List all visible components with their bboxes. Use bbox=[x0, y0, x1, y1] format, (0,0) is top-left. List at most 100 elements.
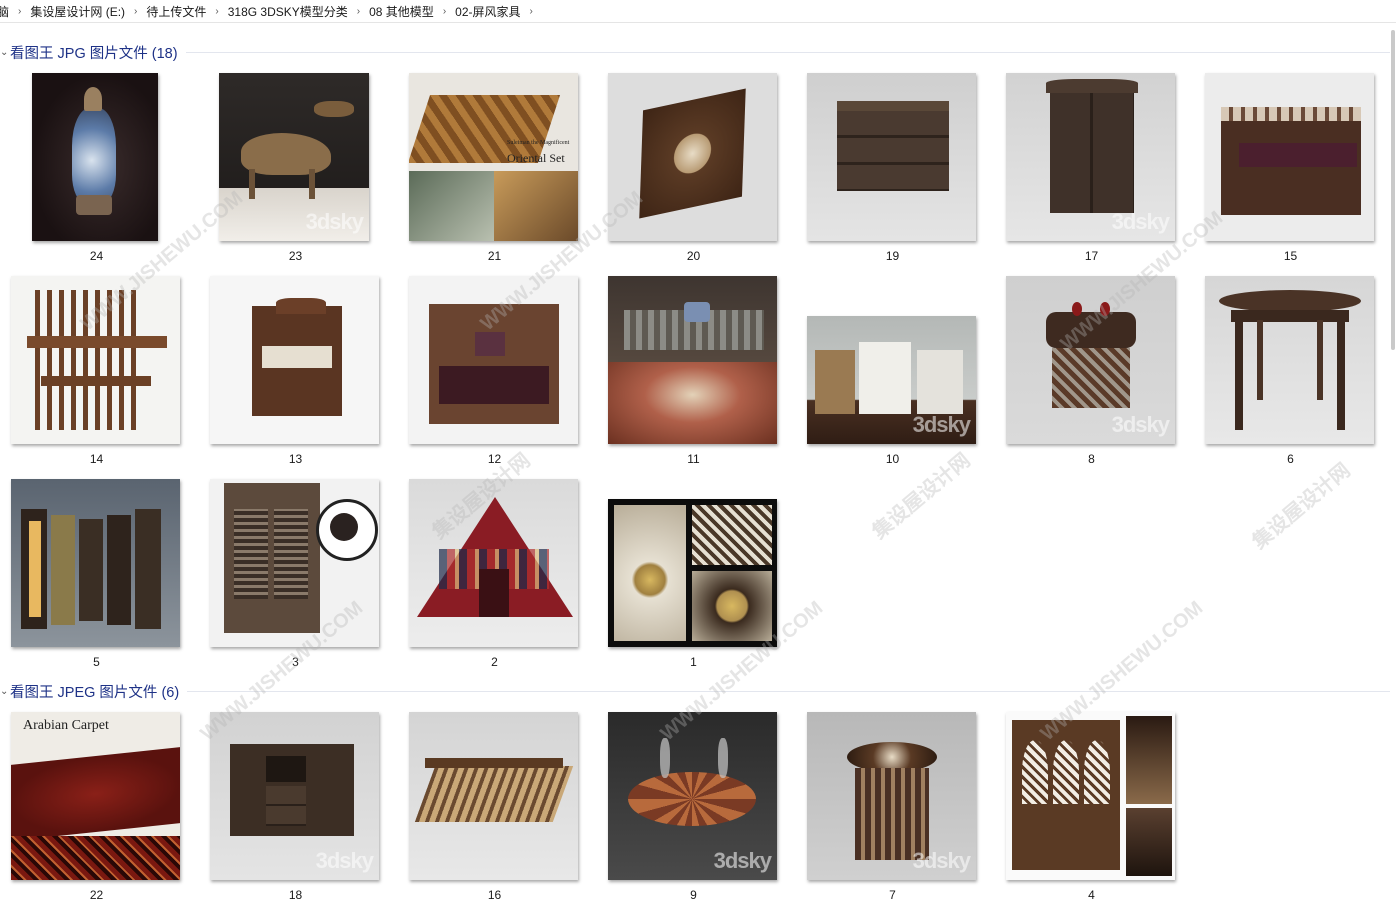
file-name: 8 bbox=[1088, 452, 1095, 466]
group-header-jpeg[interactable]: ⌄ 看图王 JPEG 图片文件 (6) bbox=[0, 681, 1390, 702]
file-name: 20 bbox=[686, 249, 701, 263]
file-name: 17 bbox=[1084, 249, 1099, 263]
file-name: 1 bbox=[690, 655, 697, 669]
file-name: 3 bbox=[292, 655, 299, 669]
thumbnail-image bbox=[11, 479, 180, 647]
file-tile[interactable]: 3dsky 23 bbox=[196, 73, 395, 273]
file-name: 13 bbox=[288, 452, 303, 466]
thumbnail-image bbox=[807, 73, 976, 241]
file-tile[interactable]: 5 bbox=[0, 479, 196, 679]
thumbnail-image: 3dsky bbox=[210, 712, 379, 880]
thumbnail-image: 3dsky bbox=[807, 712, 976, 880]
file-tile[interactable]: 6 bbox=[1191, 276, 1390, 476]
breadcrumb-folder-upload[interactable]: 待上传文件 bbox=[140, 3, 212, 20]
chevron-down-icon[interactable]: ⌄ bbox=[0, 686, 8, 697]
file-tile[interactable]: 2 bbox=[395, 479, 594, 679]
file-tile[interactable]: 19 bbox=[793, 73, 992, 273]
breadcrumb: 脑 › 集设屋设计网 (E:) › 待上传文件 › 318G 3DSKY模型分类 › 0… bbox=[0, 0, 1396, 23]
breadcrumb-computer[interactable]: 脑 bbox=[0, 3, 15, 20]
file-tile[interactable]: 3dsky 10 bbox=[793, 276, 992, 476]
thumbnail-image: 3dsky bbox=[807, 316, 976, 444]
thumbnail-image: 3dsky bbox=[219, 73, 369, 241]
group-title: 看图王 JPG 图片文件 (18) bbox=[10, 46, 178, 62]
file-name: 4 bbox=[1088, 888, 1095, 902]
file-name: 19 bbox=[885, 249, 900, 263]
file-name: 6 bbox=[1287, 452, 1294, 466]
thumbnail-image bbox=[11, 276, 180, 444]
file-name: 24 bbox=[89, 249, 104, 263]
watermark-text: 3dsky bbox=[713, 848, 772, 873]
thumbnail-image bbox=[409, 479, 578, 647]
file-tile[interactable]: 3dsky 17 bbox=[992, 73, 1191, 273]
watermark-text: 3dsky bbox=[912, 848, 971, 873]
thumbnail-image bbox=[1006, 712, 1175, 880]
breadcrumb-folder-3dsky[interactable]: 318G 3DSKY模型分类 bbox=[222, 3, 354, 20]
file-tile[interactable]: 3dsky 8 bbox=[992, 276, 1191, 476]
file-name: 7 bbox=[889, 888, 896, 902]
thumbnail-image bbox=[1205, 73, 1374, 241]
file-tile[interactable]: 3dsky 7 bbox=[793, 712, 992, 912]
file-tile[interactable]: 16 bbox=[395, 712, 594, 912]
watermark-text: 3dsky bbox=[315, 848, 374, 873]
thumbnail-image bbox=[608, 73, 777, 241]
chevron-right-icon[interactable]: › bbox=[440, 6, 449, 17]
file-name: 16 bbox=[487, 888, 502, 902]
file-tile[interactable]: 20 bbox=[594, 73, 793, 273]
file-name: 22 bbox=[89, 888, 104, 902]
file-name: 21 bbox=[487, 249, 502, 263]
file-name: 11 bbox=[687, 452, 700, 466]
thumb-caption-title: Arabian Carpet bbox=[23, 718, 109, 733]
thumbnail-image bbox=[409, 276, 578, 444]
breadcrumb-folder-other[interactable]: 08 其他模型 bbox=[363, 3, 440, 20]
file-tile[interactable]: 13 bbox=[196, 276, 395, 476]
thumbnail-image bbox=[1205, 276, 1374, 444]
scrollbar-thumb[interactable] bbox=[1391, 30, 1395, 350]
watermark-text: 3dsky bbox=[912, 412, 971, 437]
watermark-text: 3dsky bbox=[1111, 412, 1170, 437]
thumbnail-image: 3dsky bbox=[1006, 276, 1175, 444]
thumbnail-image bbox=[608, 276, 777, 444]
file-tile[interactable]: 3 bbox=[196, 479, 395, 679]
watermark-text: 3dsky bbox=[305, 209, 364, 234]
thumbnail-image bbox=[32, 73, 158, 241]
file-name: 14 bbox=[89, 452, 104, 466]
file-name: 9 bbox=[690, 888, 697, 902]
file-tile[interactable]: 3dsky 9 bbox=[594, 712, 793, 912]
thumbnail-image: 3dsky bbox=[1006, 73, 1175, 241]
file-tile[interactable]: 4 bbox=[992, 712, 1191, 912]
chevron-down-icon[interactable]: ⌄ bbox=[0, 47, 8, 58]
thumbnail-image: Suleiman the Magnificent Oriental Set bbox=[409, 73, 578, 241]
chevron-right-icon[interactable]: › bbox=[212, 6, 221, 17]
vertical-scrollbar[interactable] bbox=[1390, 22, 1396, 913]
file-tile[interactable]: 1 bbox=[594, 479, 793, 679]
file-name: 12 bbox=[487, 452, 502, 466]
file-tile[interactable]: 3dsky 18 bbox=[196, 712, 395, 912]
chevron-right-icon[interactable]: › bbox=[15, 6, 24, 17]
chevron-right-icon[interactable]: › bbox=[354, 6, 363, 17]
group-title: 看图王 JPEG 图片文件 (6) bbox=[10, 685, 180, 701]
file-tile[interactable]: Suleiman the Magnificent Oriental Set 21 bbox=[395, 73, 594, 273]
thumbnail-image bbox=[210, 276, 379, 444]
file-tile[interactable]: 24 bbox=[0, 73, 196, 273]
file-tile[interactable]: 11 bbox=[594, 276, 793, 476]
file-name: 5 bbox=[93, 655, 100, 669]
thumb-caption-sub: Suleiman the Magnificent bbox=[507, 140, 570, 146]
group-header-jpg[interactable]: ⌄ 看图王 JPG 图片文件 (18) bbox=[0, 42, 1390, 63]
file-name: 2 bbox=[491, 655, 498, 669]
thumbnail-image bbox=[210, 479, 379, 647]
watermark-text: 3dsky bbox=[1111, 209, 1170, 234]
file-name: 18 bbox=[288, 888, 303, 902]
file-tile[interactable]: 14 bbox=[0, 276, 196, 476]
file-tile[interactable]: Arabian Carpet 22 bbox=[0, 712, 196, 912]
file-tile[interactable]: 12 bbox=[395, 276, 594, 476]
divider bbox=[187, 691, 1390, 692]
breadcrumb-drive[interactable]: 集设屋设计网 (E:) bbox=[24, 3, 131, 20]
file-name: 10 bbox=[885, 452, 900, 466]
chevron-right-icon[interactable]: › bbox=[131, 6, 140, 17]
breadcrumb-folder-current[interactable]: 02-屏风家具 bbox=[449, 3, 526, 20]
chevron-right-icon[interactable]: › bbox=[527, 6, 536, 17]
thumbnail-image: Arabian Carpet bbox=[11, 712, 180, 880]
thumb-caption-title: Oriental Set bbox=[507, 151, 565, 165]
thumbnail-image bbox=[608, 499, 777, 647]
file-tile[interactable]: 15 bbox=[1191, 73, 1390, 273]
